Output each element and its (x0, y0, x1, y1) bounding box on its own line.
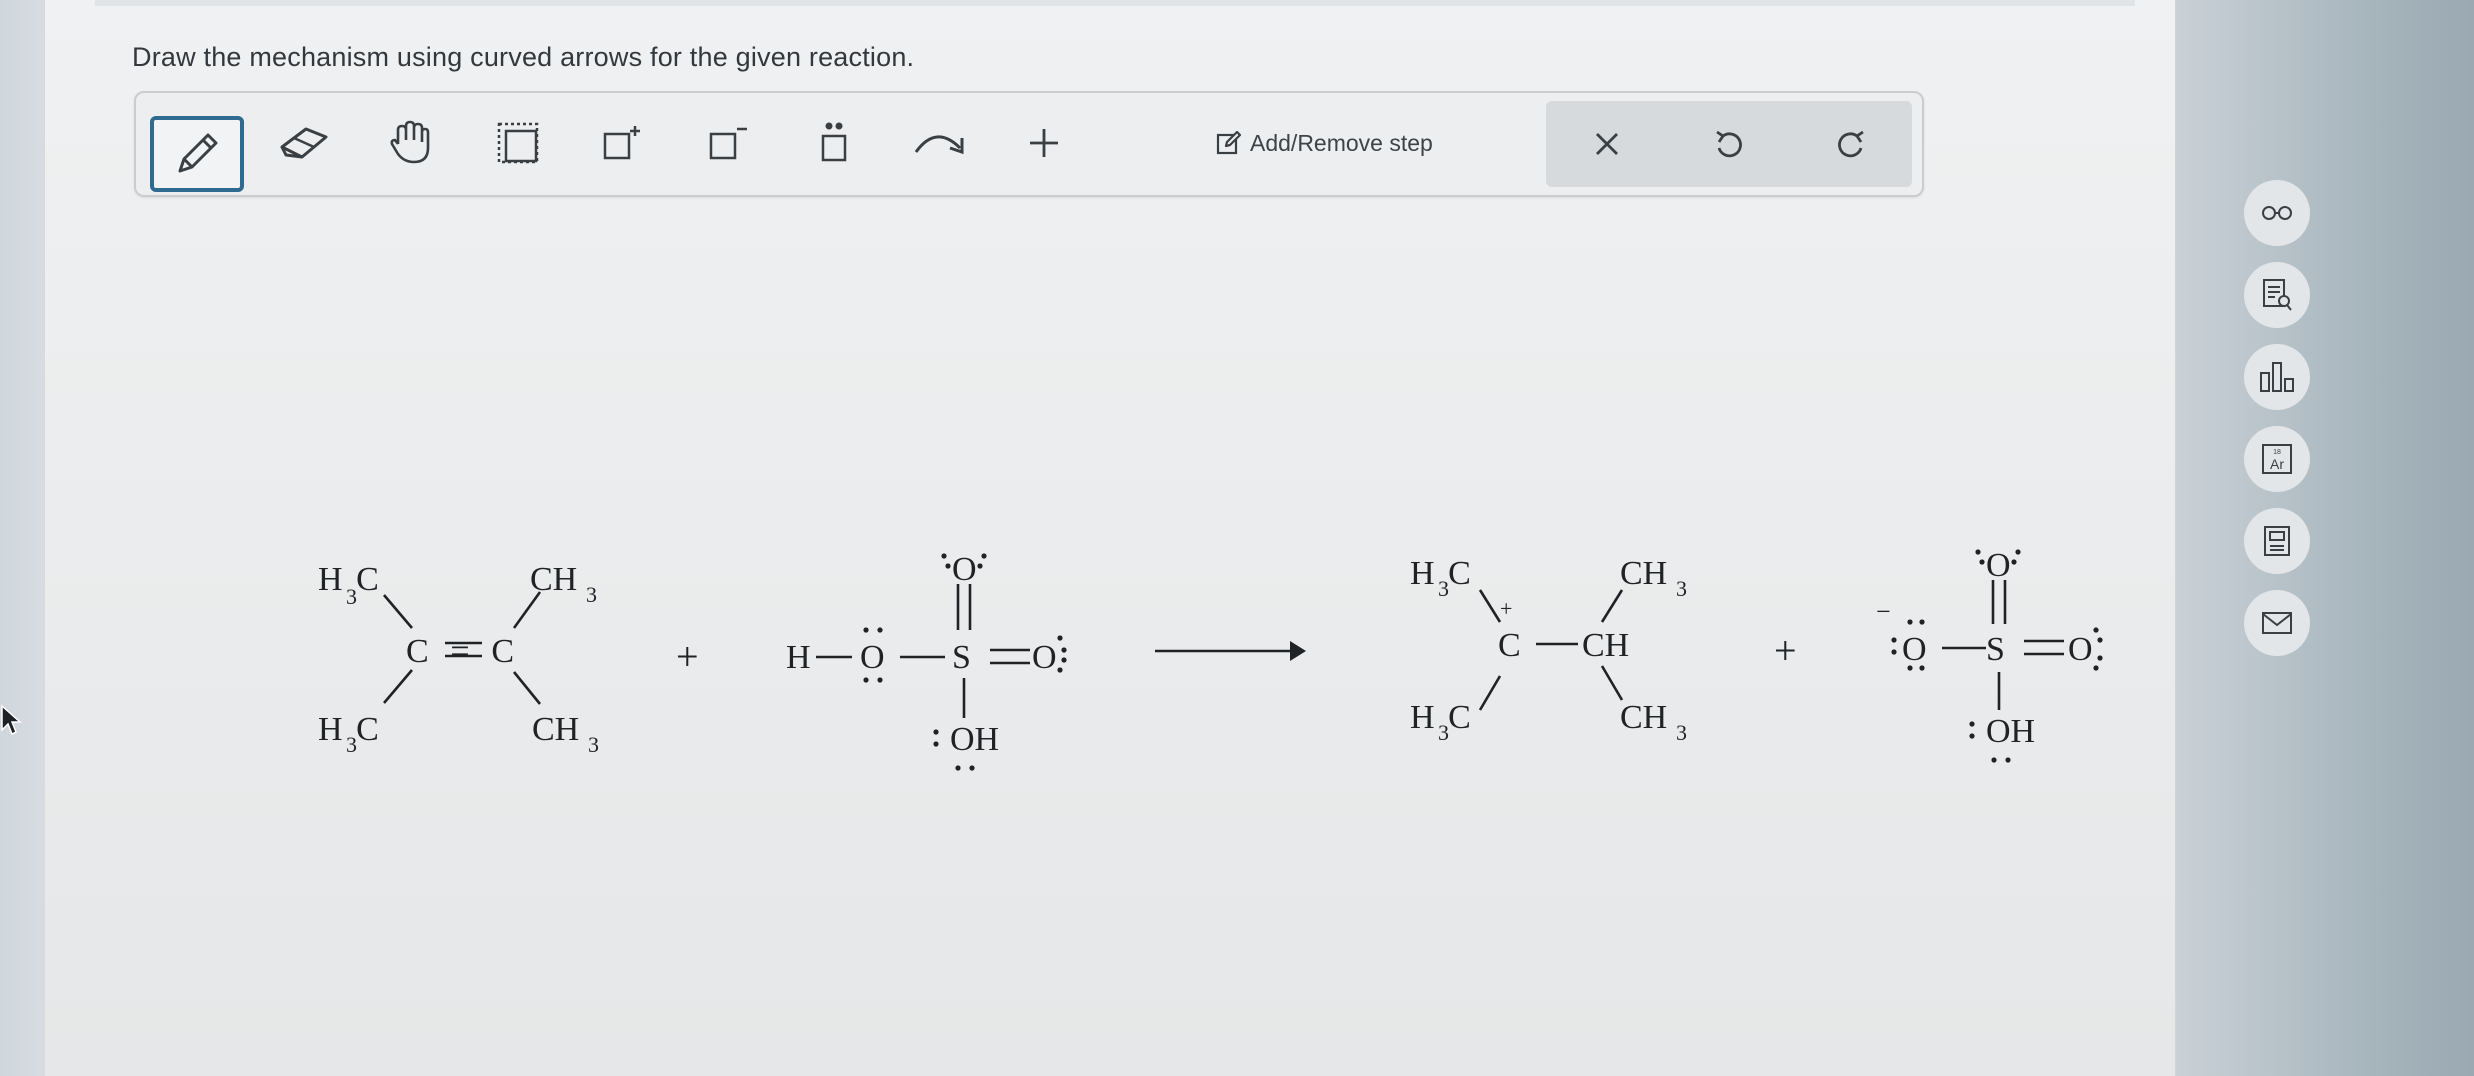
document-search-icon (2263, 279, 2292, 311)
alkene-ch3-bottom: CH (532, 711, 579, 748)
acid-o-right: O (1032, 639, 1057, 676)
cation-ch3-bottom: CH (1620, 699, 1667, 736)
reaction-scheme: H C H C C=C CH CH + H O S O O OH H C H C… (318, 547, 2103, 771)
svg-text:3: 3 (1676, 720, 1687, 745)
acid-h: H (786, 639, 811, 676)
svg-text:3: 3 (586, 582, 597, 607)
bisulfate-charge: − (1876, 597, 1891, 626)
bisulfate-o-right: O (2068, 631, 2093, 668)
plus-sign-1: + (676, 634, 699, 679)
mail-icon (2262, 612, 2292, 634)
mouse-cursor-icon (1, 704, 22, 736)
periodic-table-button[interactable]: 18 Ar (2244, 426, 2310, 492)
mail-button[interactable] (2244, 590, 2310, 656)
acid-o-left: O (860, 639, 885, 676)
svg-text:3: 3 (588, 732, 599, 757)
acid-s: S (952, 639, 971, 676)
bisulfate-o-left: O (1902, 631, 1927, 668)
acid-o-top: O (952, 551, 977, 588)
svg-text:3: 3 (346, 584, 357, 609)
alkene-double-bond: C=C (406, 633, 514, 670)
periodic-table-icon: 18 Ar (2262, 444, 2292, 474)
alkene-ch3-top: CH (530, 561, 577, 598)
cation-charge: + (1500, 596, 1512, 621)
svg-text:Ar: Ar (2270, 456, 2284, 472)
glasses-icon (2262, 206, 2292, 220)
svg-text:3: 3 (1438, 576, 1449, 601)
acid-oh: OH (950, 721, 999, 758)
calculator-book-icon (2264, 526, 2290, 556)
calculator-button[interactable] (2244, 508, 2310, 574)
svg-text:3: 3 (1438, 720, 1449, 745)
document-search-button[interactable] (2244, 262, 2310, 328)
plus-sign-2: + (1774, 628, 1797, 673)
right-sidebar: 18 Ar (2244, 180, 2314, 672)
svg-text:3: 3 (1676, 576, 1687, 601)
cation-ch: CH (1582, 627, 1629, 664)
svg-text:3: 3 (346, 732, 357, 757)
cation-center-c: C (1498, 627, 1521, 664)
bar-chart-button[interactable] (2244, 344, 2310, 410)
bisulfate-o-top: O (1986, 547, 2011, 584)
glasses-button[interactable] (2244, 180, 2310, 246)
cation-ch3-top: CH (1620, 555, 1667, 592)
bar-chart-icon (2260, 362, 2294, 392)
svg-text:18: 18 (2273, 449, 2281, 456)
bisulfate-oh: OH (1986, 713, 2035, 750)
bisulfate-s: S (1986, 631, 2005, 668)
